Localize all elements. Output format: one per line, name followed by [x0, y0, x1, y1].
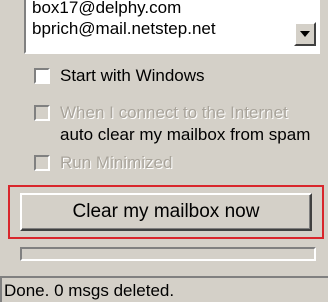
- list-item[interactable]: bprich@mail.netstep.net: [32, 19, 216, 39]
- on-connect-option: When I connect to the Internet: [34, 103, 314, 127]
- on-connect-label-line2: auto clear my mailbox from spam: [60, 125, 311, 144]
- start-with-windows-option[interactable]: Start with Windows: [34, 66, 234, 90]
- on-connect-label: When I connect to the Internet: [60, 103, 288, 122]
- run-minimized-label: Run Minimized: [60, 153, 173, 172]
- list-item[interactable]: box17@delphy.com: [32, 0, 181, 18]
- scroll-down-button[interactable]: [294, 22, 316, 46]
- status-text: Done. 0 msgs deleted.: [4, 281, 175, 300]
- run-minimized-option: Run Minimized: [34, 153, 214, 177]
- accounts-listbox[interactable]: box17@delphy.com bprich@mail.netstep.net: [24, 0, 320, 54]
- on-connect-checkbox: [34, 105, 50, 121]
- progress-bar: [20, 247, 316, 261]
- status-bar: Done. 0 msgs deleted.: [0, 276, 328, 302]
- clear-mailbox-button[interactable]: Clear my mailbox now: [20, 193, 312, 231]
- chevron-down-icon: [300, 31, 310, 37]
- start-with-windows-checkbox[interactable]: [34, 68, 50, 84]
- run-minimized-checkbox: [34, 155, 50, 171]
- start-with-windows-label: Start with Windows: [60, 66, 205, 85]
